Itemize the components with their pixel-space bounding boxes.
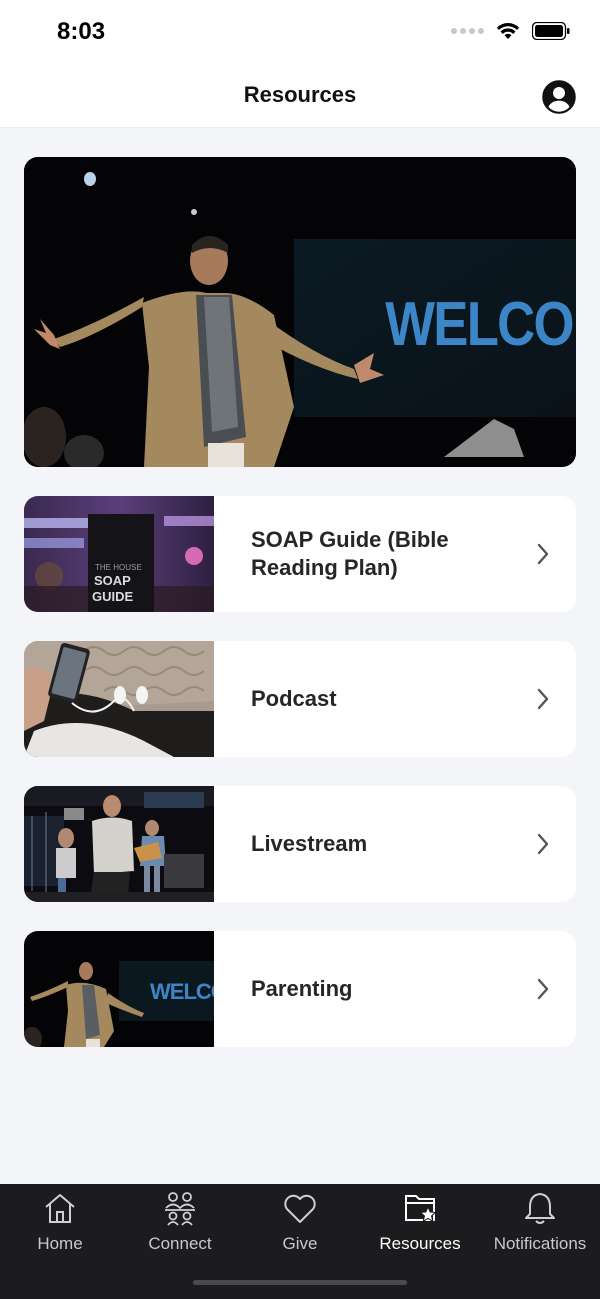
page-title: Resources xyxy=(243,82,357,107)
status-icons xyxy=(451,22,570,40)
nav-bar: Resources xyxy=(0,66,600,128)
chevron-right-icon xyxy=(537,978,549,1000)
tab-give[interactable]: Give xyxy=(240,1184,360,1264)
tab-label-notifications: Notifications xyxy=(493,1234,587,1253)
wifi-icon xyxy=(496,23,520,39)
tab-label-resources: Resources xyxy=(379,1234,461,1253)
list-item-podcast[interactable]: Podcast xyxy=(24,641,576,757)
tab-label-connect: Connect xyxy=(148,1234,212,1253)
list-item-label: Parenting xyxy=(251,976,353,1001)
tab-home[interactable]: Home xyxy=(0,1184,120,1264)
hero-photo: WELCOME xyxy=(24,157,576,467)
heart-icon xyxy=(284,1194,316,1223)
home-icon xyxy=(45,1194,75,1223)
thumbnail-parenting: WELCOME xyxy=(24,931,214,1047)
resources-icon xyxy=(405,1195,437,1223)
connect-icon xyxy=(165,1192,195,1226)
thumb-welcome-text: WELCOME xyxy=(150,979,214,1004)
list-item-parenting[interactable]: WELCOME Parenting xyxy=(24,931,576,1047)
thumbnail-podcast xyxy=(24,641,214,757)
list-item-soap-guide[interactable]: THE HOUSE SOAP GUIDE SOAP Guide (Bible R… xyxy=(24,496,576,612)
list-item-label: SOAP Guide (Bible Reading Plan) xyxy=(251,527,449,580)
bell-icon xyxy=(525,1193,555,1224)
tab-connect[interactable]: Connect xyxy=(120,1184,240,1264)
chevron-right-icon xyxy=(537,543,549,565)
cellular-signal-icon xyxy=(451,28,484,34)
home-indicator[interactable] xyxy=(193,1280,407,1285)
profile-icon[interactable] xyxy=(542,80,576,114)
chevron-right-icon xyxy=(537,688,549,710)
list-item-label: Podcast xyxy=(251,686,337,711)
tab-label-give: Give xyxy=(282,1234,318,1253)
tab-label-home: Home xyxy=(37,1234,83,1253)
thumbnail-soap-guide: THE HOUSE SOAP GUIDE xyxy=(24,496,214,612)
hero-image[interactable]: WELCOME xyxy=(24,157,576,467)
thumb-text-soap: SOAP xyxy=(94,573,131,588)
tab-resources[interactable]: Resources xyxy=(360,1184,480,1264)
list-item-livestream[interactable]: Livestream xyxy=(24,786,576,902)
thumb-text-guide: GUIDE xyxy=(92,589,134,604)
thumb-text-small: THE HOUSE xyxy=(95,563,142,572)
thumbnail-livestream xyxy=(24,786,214,902)
tab-notifications[interactable]: Notifications xyxy=(480,1184,600,1264)
chevron-right-icon xyxy=(537,833,549,855)
hero-screen-text: WELCOME xyxy=(385,290,576,359)
list-item-label: Livestream xyxy=(251,831,368,856)
status-bar: 8:03 xyxy=(0,0,600,66)
status-time: 8:03 xyxy=(57,18,106,45)
battery-icon xyxy=(532,22,570,40)
